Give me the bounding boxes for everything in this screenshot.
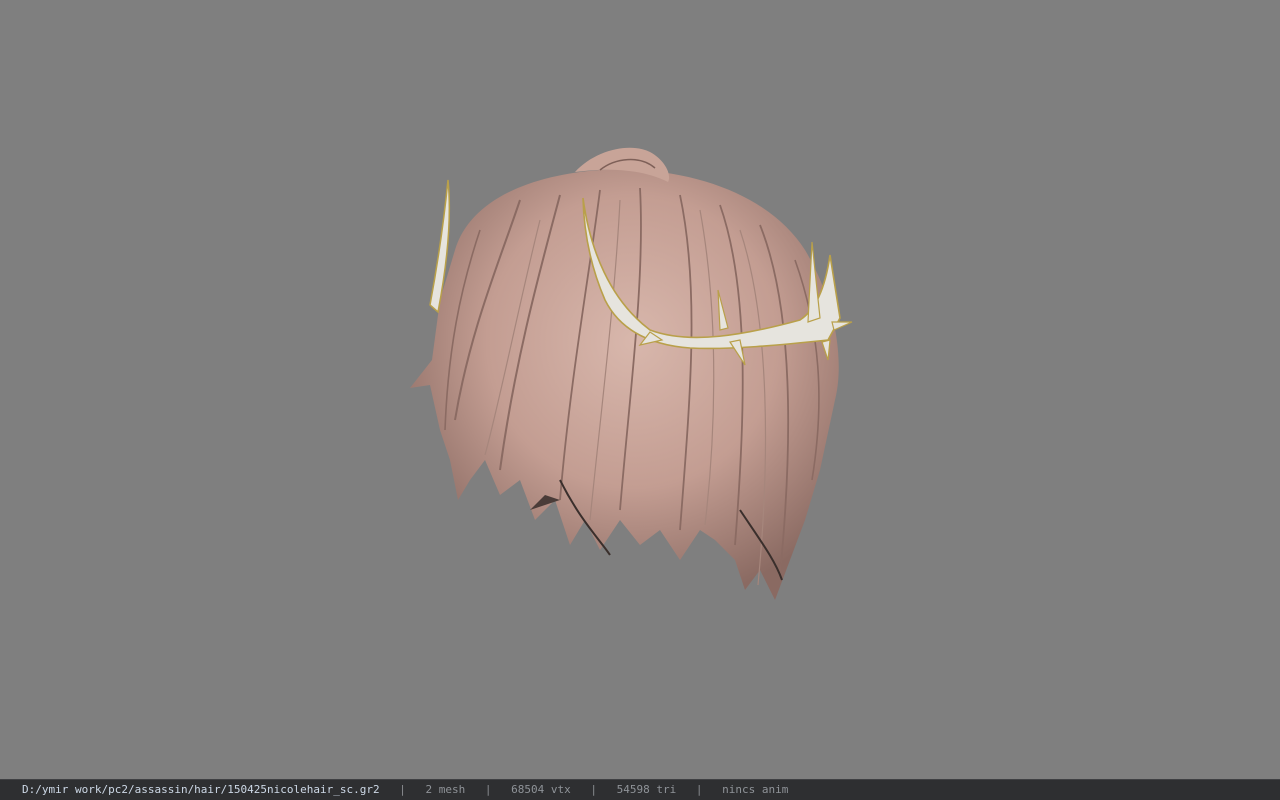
status-bar: D:/ymir work/pc2/assassin/hair/150425nic… [0,779,1280,800]
status-separator: | [695,783,703,796]
3d-viewport[interactable] [0,0,1280,779]
vertex-count: 68504 vtx [511,783,571,796]
animation-status: nincs anim [722,783,789,796]
hair-mesh [410,147,839,601]
hair-model-render[interactable] [0,0,1280,779]
status-separator: | [399,783,406,796]
status-separator: | [484,783,492,796]
mesh-count: 2 mesh [425,783,466,796]
file-path: D:/ymir work/pc2/assassin/hair/150425nic… [22,783,380,796]
status-separator: | [590,783,597,796]
triangle-count: 54598 tri [616,783,677,796]
